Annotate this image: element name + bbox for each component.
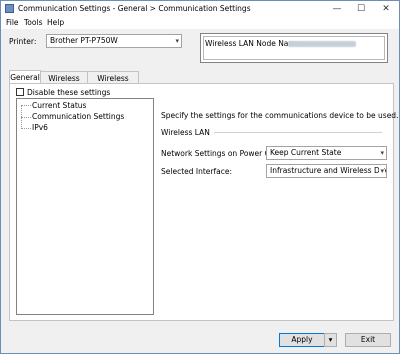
- tree-item-current-status[interactable]: Current Status: [32, 101, 86, 110]
- apply-dropdown-button[interactable]: ▾: [324, 333, 337, 347]
- chevron-down-icon: ▾: [328, 335, 333, 344]
- tree-item-ipv6[interactable]: IPv6: [32, 123, 48, 132]
- selected-interface-select[interactable]: Infrastructure and Wireless Direct ▾: [266, 164, 387, 178]
- selected-interface-value: Infrastructure and Wireless Direct: [270, 166, 387, 175]
- settings-tree: Current Status Communication Settings IP…: [16, 98, 154, 315]
- maximize-button[interactable]: ☐: [349, 1, 373, 17]
- content-description: Specify the settings for the communicati…: [161, 111, 399, 120]
- node-name-box: Wireless LAN Node Name:: [200, 33, 388, 63]
- network-on-power-label: Network Settings on Power On:: [161, 149, 278, 158]
- printer-select-value: Brother PT-P750W: [50, 36, 118, 45]
- tree-connector: [21, 128, 31, 129]
- chevron-down-icon: ▾: [380, 149, 384, 157]
- tree-item-communication-settings[interactable]: Communication Settings: [32, 112, 124, 121]
- node-name-value-redacted: [285, 39, 356, 48]
- disable-settings-checkbox[interactable]: [16, 88, 24, 96]
- printer-label: Printer:: [9, 37, 37, 46]
- exit-button[interactable]: Exit: [345, 333, 391, 347]
- tab-general[interactable]: General: [9, 70, 41, 84]
- window-title: Communication Settings - General > Commu…: [18, 4, 251, 13]
- app-icon: [5, 4, 14, 13]
- menu-tools[interactable]: Tools: [24, 17, 42, 29]
- minimize-button[interactable]: —: [325, 1, 349, 17]
- section-divider: [214, 132, 382, 133]
- close-button[interactable]: ✕: [374, 1, 398, 17]
- apply-button[interactable]: Apply: [279, 333, 325, 347]
- chevron-down-icon: ▾: [379, 165, 384, 177]
- menu-bar: File Tools Help: [1, 17, 399, 29]
- printer-select[interactable]: Brother PT-P750W ▾: [46, 34, 182, 48]
- network-on-power-value: Keep Current State: [270, 148, 342, 157]
- network-on-power-select[interactable]: Keep Current State ▾: [266, 146, 387, 160]
- chevron-down-icon: ▾: [175, 37, 179, 45]
- disable-settings-label: Disable these settings: [27, 88, 111, 97]
- title-bar[interactable]: Communication Settings - General > Commu…: [1, 1, 399, 17]
- selected-interface-label: Selected Interface:: [161, 167, 233, 176]
- app-window: Communication Settings - General > Commu…: [0, 0, 400, 354]
- tree-connector: [21, 117, 31, 118]
- tree-connector: [21, 105, 31, 106]
- menu-help[interactable]: Help: [47, 17, 64, 29]
- wireless-lan-section-title: Wireless LAN: [161, 128, 210, 137]
- menu-file[interactable]: File: [6, 17, 19, 29]
